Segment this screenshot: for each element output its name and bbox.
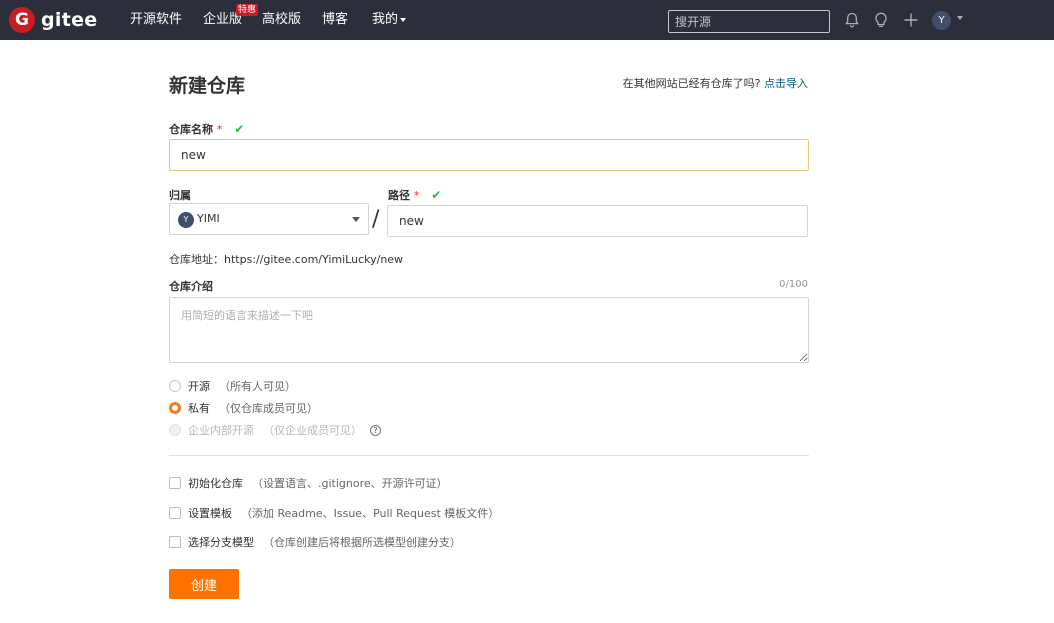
radio-description: （仅企业成员可见）	[263, 424, 362, 437]
radio-private[interactable]	[169, 402, 181, 414]
description-label: 仓库介绍	[169, 280, 213, 293]
repo-address: 仓库地址：https://gitee.com/YimiLucky/new	[169, 253, 404, 266]
option-branch-model[interactable]: 选择分支模型 （仓库创建后将根据所选模型创建分支）	[169, 534, 461, 550]
page-title: 新建仓库	[169, 75, 246, 97]
checkbox-label: 选择分支模型	[188, 536, 254, 549]
chevron-down-icon	[400, 17, 407, 22]
radio-label: 私有	[188, 402, 210, 415]
required-mark: *	[413, 189, 420, 202]
owner-select[interactable]: Y YIMI	[169, 203, 369, 235]
path-label-text: 路径	[388, 189, 410, 202]
repo-path-input[interactable]	[387, 205, 808, 237]
visibility-option-enterprise: 企业内部开源 （仅企业成员可见） ?	[169, 422, 381, 438]
owner-name: YIMI	[197, 212, 220, 225]
checkbox-branch-model[interactable]	[169, 536, 181, 548]
nav-mine-label: 我的	[372, 12, 399, 27]
section-divider	[169, 455, 809, 456]
radio-label: 开源	[188, 380, 210, 393]
repo-name-label: 仓库名称 * ✔	[169, 121, 244, 137]
gitee-logo[interactable]: G gitee	[9, 7, 97, 33]
top-navbar: G gitee 开源软件 企业版 特惠 高校版 博客 我的 Y	[0, 0, 1054, 40]
description-textarea[interactable]	[169, 297, 809, 363]
checkbox-label: 设置模板	[188, 507, 232, 520]
visibility-option-public[interactable]: 开源 （所有人可见）	[169, 378, 296, 394]
owner-avatar: Y	[178, 212, 194, 228]
nav-education[interactable]: 高校版	[262, 12, 301, 28]
nav-mine-menu[interactable]: 我的	[372, 12, 407, 28]
checkbox-init-repo[interactable]	[169, 477, 181, 489]
radio-public[interactable]	[169, 380, 181, 392]
nav-blog[interactable]: 博客	[322, 12, 348, 28]
radio-description: （仅仓库成员可见）	[219, 402, 318, 415]
repo-name-label-text: 仓库名称	[169, 123, 213, 136]
description-counter: 0/100	[779, 279, 808, 290]
import-link[interactable]: 点击导入	[764, 77, 808, 90]
search-input[interactable]	[668, 10, 830, 33]
chevron-down-icon[interactable]	[957, 16, 963, 20]
check-icon: ✔	[234, 122, 245, 136]
required-mark: *	[216, 123, 223, 136]
import-hint: 在其他网站已经有仓库了吗? 点击导入	[623, 75, 808, 91]
chevron-down-icon	[352, 217, 360, 222]
checkbox-description: （仓库创建后将根据所选模型创建分支）	[263, 536, 461, 549]
user-avatar[interactable]: Y	[932, 11, 951, 30]
checkbox-label: 初始化仓库	[188, 477, 243, 490]
gitee-logo-mark: G	[9, 7, 35, 33]
option-template[interactable]: 设置模板 （添加 Readme、Issue、Pull Request 模板文件）	[169, 505, 499, 521]
checkbox-template[interactable]	[169, 507, 181, 519]
radio-enterprise	[169, 424, 181, 436]
checkbox-description: （添加 Readme、Issue、Pull Request 模板文件）	[241, 507, 500, 520]
repo-name-input[interactable]	[169, 139, 809, 171]
option-init-repo[interactable]: 初始化仓库 （设置语言、.gitignore、开源许可证）	[169, 475, 448, 491]
help-icon[interactable]: ?	[370, 424, 381, 436]
bell-icon[interactable]	[843, 11, 861, 29]
create-button[interactable]: 创建	[169, 569, 239, 599]
plus-icon[interactable]	[902, 11, 920, 29]
radio-label: 企业内部开源	[188, 424, 254, 437]
enterprise-promo-badge: 特惠	[236, 4, 259, 16]
checkbox-description: （设置语言、.gitignore、开源许可证）	[252, 477, 448, 490]
radio-description: （所有人可见）	[219, 380, 296, 393]
owner-label: 归属	[169, 189, 191, 202]
visibility-option-private[interactable]: 私有 （仅仓库成员可见）	[169, 400, 318, 416]
import-prompt: 在其他网站已经有仓库了吗?	[622, 77, 761, 90]
path-label: 路径 * ✔	[388, 187, 441, 203]
gitee-logo-text: gitee	[41, 9, 98, 31]
lightbulb-icon[interactable]	[872, 11, 890, 29]
check-icon: ✔	[431, 188, 442, 202]
path-separator: /	[372, 207, 380, 232]
nav-open-source[interactable]: 开源软件	[130, 12, 182, 28]
